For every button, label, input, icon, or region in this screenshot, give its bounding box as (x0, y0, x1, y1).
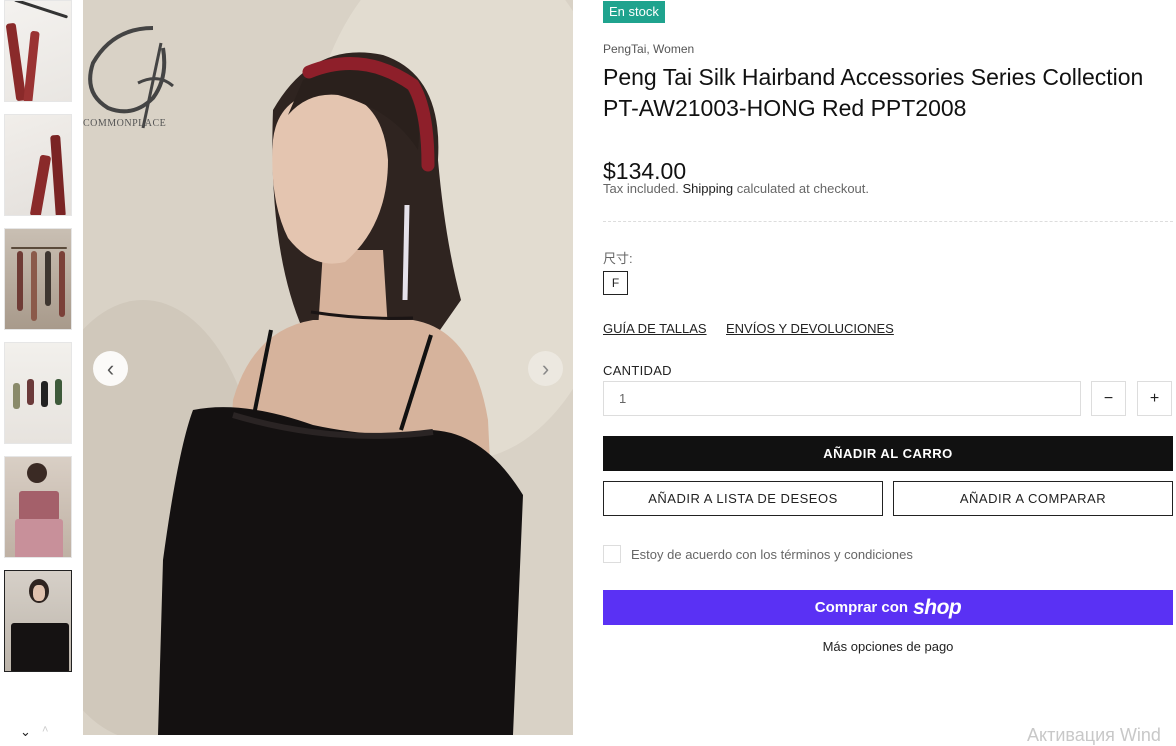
quantity-label: CANTIDAD (603, 363, 672, 378)
tax-note-suffix: calculated at checkout. (736, 181, 869, 196)
add-to-wishlist-button[interactable]: AÑADIR A LISTA DE DESEOS (603, 481, 883, 516)
chevron-left-icon: ‹ (106, 355, 115, 381)
plus-icon: + (1149, 390, 1160, 407)
quantity-decrease-button[interactable]: − (1091, 381, 1126, 416)
add-to-compare-button[interactable]: AÑADIR A COMPARAR (893, 481, 1173, 516)
more-payment-options-link[interactable]: Más opciones de pago (603, 639, 1173, 654)
thumbnail-up-arrow-icon[interactable]: ˄ (42, 724, 48, 736)
quantity-increase-button[interactable]: + (1137, 381, 1172, 416)
thumbnail-4[interactable] (4, 342, 72, 444)
brand-logo (88, 26, 174, 129)
thumbnail-5[interactable] (4, 456, 72, 558)
chevron-right-icon: › (541, 355, 550, 381)
shop-pay-button[interactable]: Comprar con shop (603, 590, 1173, 625)
main-product-image[interactable]: COMMONPLACE ‹ › (83, 0, 573, 735)
thumbnail-6[interactable] (4, 570, 72, 672)
add-to-cart-button[interactable]: AÑADIR AL CARRO (603, 436, 1173, 471)
shop-pay-logo-icon: shop (913, 595, 962, 619)
minus-icon: − (1103, 390, 1114, 407)
thumbnail-strip: ⌄ ˄ (0, 0, 80, 746)
thumbnail-down-arrow-icon[interactable]: ⌄ (20, 724, 31, 740)
product-title: Peng Tai Silk Hairband Accessories Serie… (603, 64, 1144, 121)
shipping-link[interactable]: Shipping (683, 181, 734, 196)
product-vendor[interactable]: PengTai, Women (603, 42, 694, 56)
previous-image-button[interactable]: ‹ (93, 351, 128, 386)
stock-badge: En stock (603, 1, 665, 23)
size-guide-link[interactable]: GUÍA DE TALLAS (603, 321, 707, 336)
terms-label[interactable]: Estoy de acuerdo con los términos y cond… (631, 547, 913, 562)
divider (603, 221, 1173, 222)
thumbnail-1[interactable] (4, 0, 72, 102)
next-image-button[interactable]: › (528, 351, 563, 386)
tax-note: Tax included. Shipping calculated at che… (603, 181, 869, 196)
tax-note-prefix: Tax included. (603, 181, 679, 196)
size-option-label: 尺寸: (603, 251, 633, 266)
quantity-input[interactable]: 1 (603, 381, 1081, 416)
thumbnail-3[interactable] (4, 228, 72, 330)
size-option-f[interactable]: F (603, 271, 628, 295)
terms-checkbox[interactable] (603, 545, 621, 563)
shop-pay-label: Comprar con (814, 599, 909, 616)
shipping-returns-link[interactable]: ENVÍOS Y DEVOLUCIONES (726, 321, 894, 336)
os-activation-watermark: Активация Wind (1027, 725, 1161, 745)
thumbnail-2[interactable] (4, 114, 72, 216)
brand-logo-text: COMMONPLACE (83, 118, 167, 129)
